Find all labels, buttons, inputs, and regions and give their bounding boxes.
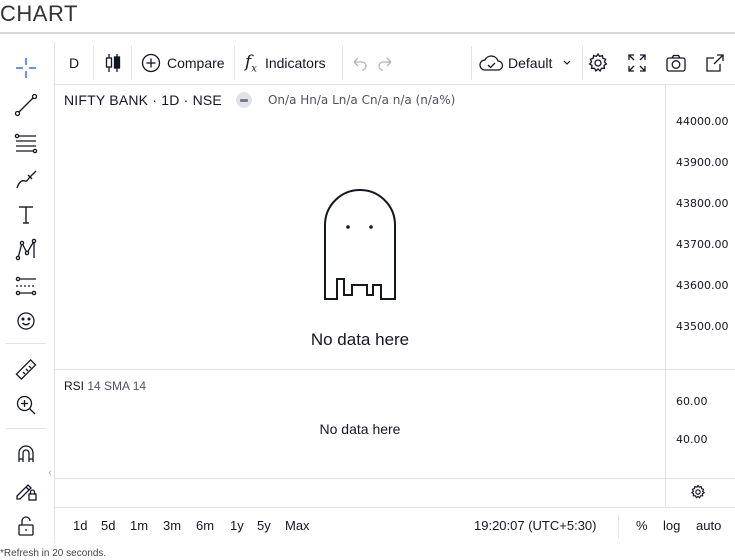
visibility-toggle-icon[interactable] — [235, 92, 252, 108]
no-data-ghost-icon — [323, 189, 397, 308]
indicators-button[interactable]: fx Indicators — [245, 49, 326, 77]
settings-gear-icon[interactable] — [587, 49, 609, 77]
percent-toggle[interactable]: % — [636, 518, 648, 533]
symbol-title[interactable]: NIFTY BANK · 1D · NSE — [64, 92, 222, 108]
price-tick: 43500.00 — [676, 320, 729, 333]
interval-button[interactable]: D — [69, 49, 79, 77]
price-tick: 43700.00 — [676, 238, 729, 251]
prediction-icon[interactable] — [11, 271, 41, 301]
camera-icon[interactable] — [665, 49, 687, 77]
compare-label: Compare — [167, 55, 225, 71]
lock-drawing-icon[interactable] — [11, 475, 41, 505]
rsi-no-data-text: No data here — [319, 421, 401, 437]
ohlc-values: On/a Hn/a Ln/a Cn/a n/a (n/a%) — [267, 93, 456, 107]
price-tick: 43900.00 — [676, 156, 729, 169]
redo-icon[interactable] — [377, 49, 395, 77]
indicators-fx-icon: fx — [245, 51, 257, 75]
range-3m[interactable]: 3m — [163, 518, 181, 533]
scale-settings-gear-icon[interactable] — [690, 484, 706, 505]
trend-line-icon[interactable] — [11, 90, 41, 120]
toolbar-divider — [471, 46, 472, 80]
toolbar-divider — [342, 46, 343, 80]
range-5y[interactable]: 5y — [257, 518, 271, 533]
range-1y[interactable]: 1y — [230, 518, 244, 533]
magnet-icon[interactable] — [11, 439, 41, 469]
compare-button[interactable]: Compare — [141, 49, 225, 77]
chart-widget: ‹ D Compare fx Indicators Default No dat… — [0, 42, 735, 543]
price-tick: 44000.00 — [676, 115, 729, 128]
chevron-down-icon — [562, 59, 572, 67]
emoji-icon[interactable] — [11, 306, 41, 336]
range-6m[interactable]: 6m — [196, 518, 214, 533]
layout-label: Default — [508, 55, 553, 71]
range-1m[interactable]: 1m — [130, 518, 148, 533]
toolbar-divider — [131, 46, 132, 80]
price-tick: 43600.00 — [676, 279, 729, 292]
time-axis-divider — [55, 478, 735, 479]
main-no-data-text: No data here — [310, 330, 410, 349]
candles-icon[interactable] — [103, 49, 123, 77]
popout-icon[interactable] — [705, 49, 725, 77]
auto-toggle[interactable]: auto — [696, 518, 721, 533]
pattern-icon[interactable] — [11, 235, 41, 265]
rsi-params: 14 SMA 14 — [87, 379, 147, 393]
timezone-clock[interactable]: 19:20:07 (UTC+5:30) — [474, 518, 596, 533]
page-title: CHART — [0, 1, 78, 26]
layout-button[interactable]: Default — [478, 49, 572, 77]
undo-icon[interactable] — [350, 49, 368, 77]
collapse-toolbar-icon[interactable]: ‹ — [45, 462, 55, 484]
toolbar-divider — [582, 46, 583, 80]
price-scale[interactable]: 44000.00 43900.00 43800.00 43700.00 4360… — [665, 85, 735, 369]
fib-retracement-icon[interactable] — [11, 128, 41, 158]
refresh-note: *Refresh in 20 seconds. — [0, 548, 107, 559]
interval-label: D — [69, 55, 80, 71]
cloud-save-icon — [478, 53, 504, 73]
compare-plus-icon — [141, 53, 161, 73]
title-divider — [0, 32, 735, 34]
main-chart-pane[interactable]: No data here — [55, 85, 665, 368]
toolbar-divider — [234, 46, 235, 80]
price-tick: 43800.00 — [676, 197, 729, 210]
symbol-legend: NIFTY BANK · 1D · NSE On/a Hn/a Ln/a Cn/… — [64, 92, 455, 108]
toolbar-divider — [6, 428, 46, 429]
ruler-icon[interactable] — [11, 355, 41, 385]
range-1d[interactable]: 1d — [73, 518, 87, 533]
text-icon[interactable] — [11, 200, 41, 230]
bottom-toolbar: 1d 5d 1m 3m 6m 1y 5y Max 19:20:07 (UTC+5… — [55, 507, 735, 544]
indicators-label: Indicators — [264, 55, 326, 71]
rsi-scale[interactable]: 60.00 40.00 — [665, 370, 735, 478]
crosshair-icon[interactable] — [11, 53, 41, 83]
lock-icon[interactable] — [11, 511, 41, 541]
zoom-in-icon[interactable] — [11, 390, 41, 420]
toolbar-divider — [6, 343, 46, 344]
rsi-name: RSI — [64, 379, 85, 393]
range-5d[interactable]: 5d — [101, 518, 115, 533]
log-toggle[interactable]: log — [663, 518, 680, 533]
fullscreen-icon[interactable] — [627, 49, 647, 77]
rsi-tick: 40.00 — [676, 433, 708, 446]
rsi-legend: RSI 14 SMA 14 — [64, 379, 146, 393]
toolbar-divider — [618, 514, 619, 538]
top-toolbar: D Compare fx Indicators Default — [55, 42, 735, 85]
brush-icon[interactable] — [11, 164, 41, 194]
rsi-tick: 60.00 — [676, 395, 708, 408]
toolbar-divider — [93, 46, 94, 80]
range-max[interactable]: Max — [285, 518, 310, 533]
rsi-pane[interactable]: RSI 14 SMA 14 No data here — [55, 370, 665, 478]
